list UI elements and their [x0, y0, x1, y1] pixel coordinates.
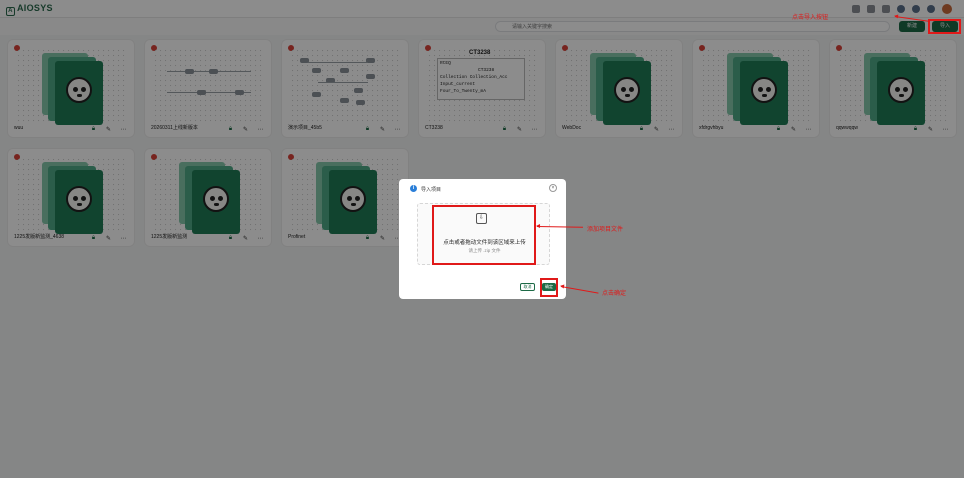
- cancel-button[interactable]: 取消: [520, 283, 535, 291]
- dropzone-highlight: [432, 205, 536, 265]
- info-icon: i: [410, 185, 417, 192]
- add-note: 添加项目文件: [587, 227, 624, 233]
- ok-highlight: [540, 278, 558, 297]
- import-highlight: [928, 19, 961, 34]
- confirm-note: 点击确定: [602, 291, 627, 297]
- import-note: 点击导入按钮: [792, 15, 829, 21]
- dialog-title: 导入项目: [421, 187, 442, 193]
- close-icon[interactable]: ×: [549, 184, 557, 192]
